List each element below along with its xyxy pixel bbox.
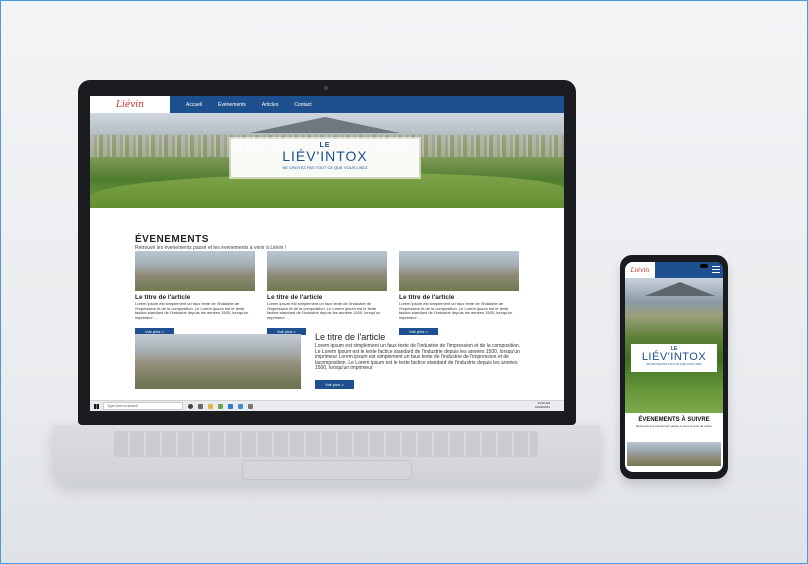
laptop-screen: Liévin Accueil Évènements Articles Conta… xyxy=(90,96,564,411)
app-icon[interactable] xyxy=(248,403,253,409)
edge-icon[interactable] xyxy=(228,403,233,409)
featured-voir-plus-button[interactable]: Voir plus > xyxy=(315,380,354,389)
keyboard xyxy=(114,431,538,457)
clock-date: 10/02/2021 xyxy=(534,405,550,409)
card-image[interactable] xyxy=(399,251,519,291)
hero-field xyxy=(90,173,564,208)
store-icon[interactable] xyxy=(218,403,223,409)
taskbar-search-input[interactable]: Type here to search xyxy=(103,402,183,410)
site-logo[interactable]: Liévin xyxy=(90,96,170,113)
phone-hero-line2: LIÉV'INTOX xyxy=(641,351,707,363)
taskbar-clock[interactable]: 10:32 AM 10/02/2021 xyxy=(535,402,550,409)
event-card: Le titre de l'article Lorem ipsum est si… xyxy=(135,251,255,338)
windows-start-icon[interactable] xyxy=(94,403,99,409)
phone-hero-tagline: NE CROYEZ PAS TOUT CE QUE VOUS LISEZ xyxy=(646,363,702,366)
phone-event-image[interactable] xyxy=(627,442,721,466)
nav-articles[interactable]: Articles xyxy=(262,102,278,108)
events-title: ÉVENEMENTS xyxy=(135,234,209,245)
phone-logo[interactable]: Liévin xyxy=(625,262,655,278)
hero-tagline: NE CROYEZ PAS TOUT CE QUE VOUS LISEZ xyxy=(282,165,368,170)
phone-camera-icon xyxy=(700,264,708,268)
mail-icon[interactable] xyxy=(238,403,243,409)
card-title[interactable]: Le titre de l'article xyxy=(267,294,387,301)
phone-events-subtitle: Retrouvez les évènement passé et ceux à … xyxy=(635,424,713,428)
phone-screen: Liévin LE LIÉV'INTOX NE CROYEZ PAS TOUT … xyxy=(625,262,723,472)
trackpad xyxy=(242,460,412,480)
card-text: Lorem ipsum est simplement un faux texte… xyxy=(267,302,381,320)
laptop-lid: Liévin Accueil Évènements Articles Conta… xyxy=(78,80,576,425)
laptop-base xyxy=(52,425,600,485)
phone-logo-text: Liévin xyxy=(630,266,650,274)
hero-hill-shape xyxy=(250,117,400,133)
card-text: Lorem ipsum est simplement un faux texte… xyxy=(135,302,249,320)
nav-accueil[interactable]: Accueil xyxy=(186,102,202,108)
phone-events-header: ÉVENEMENTS À SUIVRE Retrouvez les évènem… xyxy=(625,417,723,428)
site-nav: Liévin Accueil Évènements Articles Conta… xyxy=(90,96,564,113)
file-explorer-icon[interactable] xyxy=(208,403,213,409)
phone-nav: Liévin xyxy=(625,262,723,278)
phone-hero-title-box: LE LIÉV'INTOX NE CROYEZ PAS TOUT CE QUE … xyxy=(631,344,717,372)
featured-image[interactable] xyxy=(135,334,301,389)
nav-contact[interactable]: Contact xyxy=(294,102,311,108)
phone-hero: LE LIÉV'INTOX NE CROYEZ PAS TOUT CE QUE … xyxy=(625,278,723,413)
phone-hero-hill xyxy=(645,282,715,296)
phone-device: Liévin LE LIÉV'INTOX NE CROYEZ PAS TOUT … xyxy=(620,255,728,479)
event-card: Le titre de l'article Lorem ipsum est si… xyxy=(267,251,387,338)
logo-text: Liévin xyxy=(116,99,144,110)
card-image[interactable] xyxy=(267,251,387,291)
hero-title-box: LE LIÉV'INTOX NE CROYEZ PAS TOUT CE QUE … xyxy=(231,139,419,177)
voir-plus-button[interactable]: Voir plus > xyxy=(399,328,438,335)
card-image[interactable] xyxy=(135,251,255,291)
phone-events-title: ÉVENEMENTS À SUIVRE xyxy=(638,417,710,423)
windows-taskbar: Type here to search 10:32 AM 10/02/2021 xyxy=(90,400,564,411)
card-text: Lorem ipsum est simplement un faux texte… xyxy=(399,302,513,320)
event-card: Le titre de l'article Lorem ipsum est si… xyxy=(399,251,519,338)
card-title[interactable]: Le titre de l'article xyxy=(135,294,255,301)
webcam-icon xyxy=(324,86,328,90)
card-title[interactable]: Le titre de l'article xyxy=(399,294,519,301)
hamburger-menu-icon[interactable] xyxy=(712,266,720,273)
nav-evenements[interactable]: Évènements xyxy=(218,102,246,108)
cortana-icon[interactable] xyxy=(188,403,193,409)
hero-line2: LIÉV'INTOX xyxy=(282,148,368,164)
task-view-icon[interactable] xyxy=(198,403,203,409)
phone-nav-bar xyxy=(655,262,723,278)
featured-text: Lorem ipsum est simplement un faux texte… xyxy=(315,343,521,372)
featured-title[interactable]: Le titre de l'article xyxy=(315,332,385,342)
hero-banner: LE LIÉV'INTOX NE CROYEZ PAS TOUT CE QUE … xyxy=(90,113,564,208)
